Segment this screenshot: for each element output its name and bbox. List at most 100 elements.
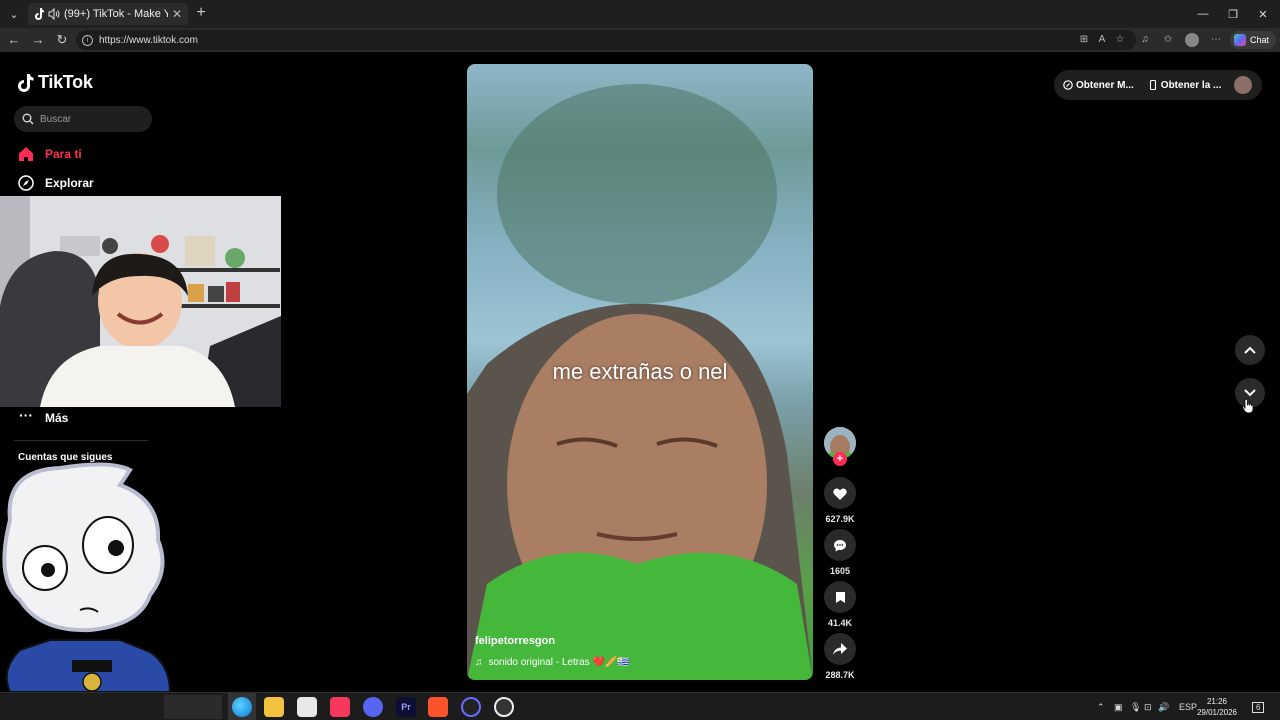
compass-icon	[18, 175, 34, 191]
chat-label: Chat	[1250, 35, 1270, 45]
file-explorer-icon[interactable]	[264, 697, 284, 717]
network-icon[interactable]: ⊡	[1144, 693, 1152, 720]
search-box[interactable]	[14, 106, 152, 132]
user-avatar[interactable]	[1234, 76, 1252, 94]
app-available-icon[interactable]: ⊞	[1077, 33, 1091, 47]
language-indicator[interactable]: ESP	[1179, 693, 1197, 720]
favorite-star-icon[interactable]: ☆	[1113, 33, 1127, 47]
restore-button[interactable]: ❐	[1216, 0, 1250, 28]
music-app-icon[interactable]	[330, 697, 350, 717]
favorites-icon[interactable]: ✩	[1161, 33, 1175, 47]
copilot-icon	[1234, 34, 1246, 46]
tiktok-logo[interactable]: TikTok	[18, 72, 93, 93]
comment-button[interactable]	[824, 529, 856, 561]
more-dots-icon: ···	[19, 407, 33, 423]
browser-toolbar: ← → ↻ i https://www.tiktok.com ⊞ A ☆ ♫ ✩…	[0, 28, 1280, 52]
chevron-up-icon	[1244, 346, 1256, 354]
browser-tab-bar: ⌄ (99+) TikTok - Make Your Day ✕ + — ❐ ✕	[0, 0, 1280, 28]
volume-icon[interactable]: 🔊	[1158, 693, 1169, 720]
notification-count: 6	[1252, 701, 1265, 713]
follow-plus-button[interactable]: +	[833, 452, 847, 466]
tray-overflow-icon[interactable]: ⌃	[1097, 693, 1105, 720]
get-app-label: Obtener la ...	[1160, 79, 1222, 91]
save-button[interactable]	[824, 581, 856, 613]
nav-item-explorar[interactable]: Explorar	[18, 175, 94, 191]
chevron-down-icon	[1244, 389, 1256, 397]
premiere-icon[interactable]: Pr	[396, 697, 416, 717]
sidebar-divider	[14, 440, 148, 441]
nav-label: Para ti	[45, 147, 82, 161]
webcam-scene-image	[0, 196, 281, 407]
streaming-app-icon[interactable]	[461, 697, 481, 717]
video-player[interactable]: me extrañas o nel felipetorresgon ♫ soni…	[467, 64, 813, 680]
like-count: 627.9K	[825, 514, 855, 524]
cartoon-character-image	[2, 462, 172, 693]
forward-icon[interactable]: →	[30, 32, 46, 48]
tiktok-note-icon	[18, 73, 34, 92]
windows-taskbar: Pr ⌃ ▣ 🎙 ⊡ 🔊 ESP 21:26 29/01/2026 6	[0, 692, 1280, 720]
discord-icon[interactable]	[363, 697, 383, 717]
tab-close-icon[interactable]: ✕	[172, 7, 182, 21]
webcam-overlay	[0, 196, 281, 407]
search-input[interactable]	[40, 113, 140, 125]
brave-icon[interactable]	[428, 697, 448, 717]
like-button[interactable]	[824, 477, 856, 509]
save-count: 41.4K	[827, 618, 853, 628]
cartoon-character-overlay	[0, 460, 175, 693]
translate-icon[interactable]: A	[1095, 33, 1109, 47]
nav-item-para-ti[interactable]: Para ti	[18, 146, 82, 162]
video-author[interactable]: felipetorresgon	[475, 635, 555, 647]
tab-actions-menu-icon[interactable]: ⌄	[4, 4, 24, 24]
brand-name: TikTok	[38, 72, 93, 92]
clock-date: 29/01/2026	[1196, 708, 1238, 717]
comment-count: 1605	[829, 566, 851, 576]
get-coins-label: Obtener M...	[1076, 79, 1134, 91]
share-icon	[833, 643, 847, 655]
extensions-icon[interactable]: ♫	[1138, 33, 1152, 47]
back-icon[interactable]: ←	[6, 32, 22, 48]
search-icon	[22, 113, 34, 125]
get-coins-button[interactable]: Obtener M...	[1063, 80, 1134, 91]
new-tab-button[interactable]: +	[192, 4, 210, 22]
heart-icon	[833, 488, 847, 500]
home-icon	[19, 147, 33, 161]
nav-label: Más	[45, 411, 69, 425]
address-bar[interactable]: i https://www.tiktok.com	[76, 30, 1136, 50]
share-button[interactable]	[824, 633, 856, 665]
system-clock[interactable]: 21:26 29/01/2026	[1196, 696, 1238, 718]
url-text: https://www.tiktok.com	[99, 34, 198, 46]
hand-cursor-icon	[1242, 398, 1254, 414]
phone-icon	[1149, 80, 1156, 90]
copilot-chat-button[interactable]: Chat	[1230, 31, 1276, 49]
profile-avatar-icon[interactable]	[1185, 33, 1199, 47]
more-menu-icon[interactable]: ⋯	[1209, 33, 1223, 47]
browser-tab[interactable]: (99+) TikTok - Make Your Day ✕	[28, 3, 188, 25]
top-right-actions: Obtener M... Obtener la ...	[1054, 70, 1262, 100]
notification-center-icon[interactable]: 6	[1252, 693, 1265, 720]
nav-item-mas[interactable]: ··· Más	[18, 407, 69, 426]
tray-app-icon[interactable]: ▣	[1114, 693, 1123, 720]
sound-title: sonido original - Letras ❤️🥖🇺🇾	[488, 657, 630, 668]
video-caption: me extrañas o nel	[552, 359, 728, 384]
minimize-button[interactable]: —	[1186, 0, 1220, 28]
previous-video-button[interactable]	[1235, 335, 1265, 365]
video-sound[interactable]: ♫ sonido original - Letras ❤️🥖🇺🇾	[475, 657, 630, 668]
nav-label: Explorar	[45, 176, 94, 190]
bookmark-icon	[835, 591, 845, 603]
store-icon[interactable]	[297, 697, 317, 717]
music-note-icon: ♫	[475, 657, 483, 668]
obs-icon[interactable]	[494, 697, 514, 717]
taskbar-search[interactable]	[164, 695, 222, 719]
tab-title: (99+) TikTok - Make Your Day	[64, 8, 168, 20]
get-app-button[interactable]: Obtener la ...	[1148, 79, 1222, 91]
microphone-icon[interactable]: 🎙	[1130, 693, 1141, 720]
edge-icon[interactable]	[232, 697, 252, 717]
tiktok-page: TikTok Para ti Explorar ··· Más Cuentas …	[0, 52, 1280, 693]
speaker-icon[interactable]	[48, 8, 60, 20]
close-window-button[interactable]: ✕	[1246, 0, 1280, 28]
coin-icon	[1063, 80, 1073, 90]
reload-icon[interactable]: ↻	[54, 32, 70, 48]
site-info-icon[interactable]: i	[82, 34, 93, 46]
clock-time: 21:26	[1206, 697, 1228, 706]
comment-icon	[834, 539, 846, 551]
